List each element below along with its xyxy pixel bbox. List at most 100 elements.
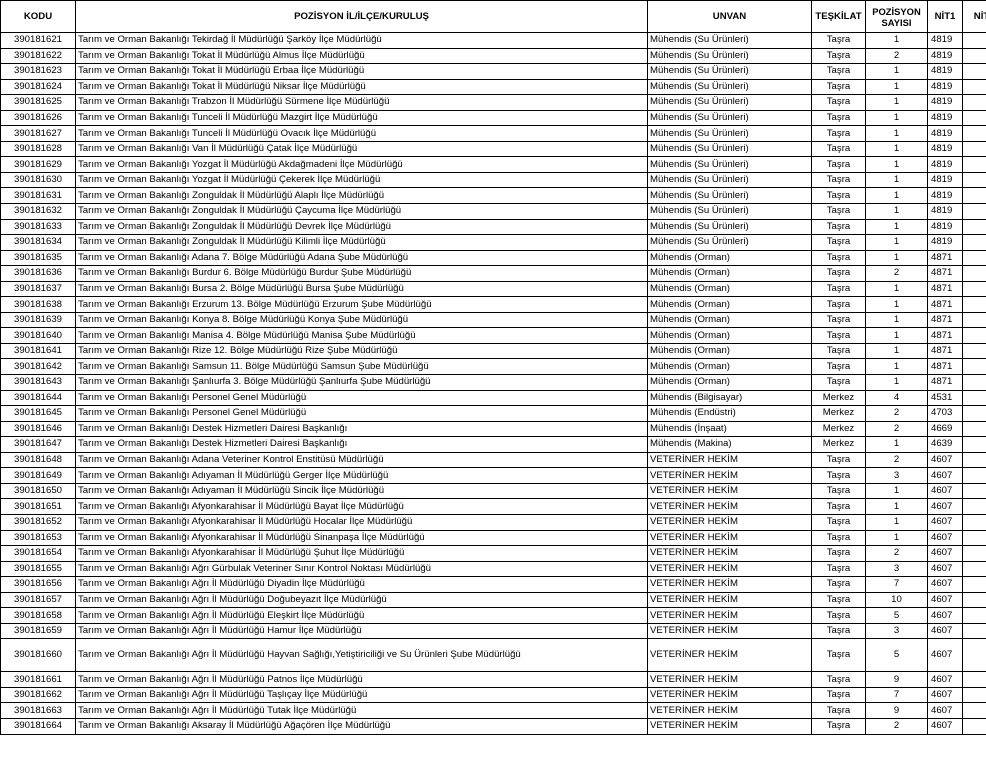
table-row: 390181664 Tarım ve Orman Bakanlığı Aksara… xyxy=(0,717,986,735)
cell-pozisyon-sayisi: 1 xyxy=(865,436,928,453)
cell-teskilat: Taşra xyxy=(811,125,866,142)
cell-kodu: 390181662 xyxy=(0,686,76,704)
cell-kodu: 390181630 xyxy=(0,171,76,189)
cell-nit1: 4607 xyxy=(927,482,963,500)
table-row: 390181625 Tarım ve Orman Bakanlığı Trabzo… xyxy=(0,94,986,111)
cell-nit xyxy=(962,420,986,438)
cell-nit1: 4819 xyxy=(927,32,963,49)
cell-pozisyon-sayisi: 1 xyxy=(865,63,928,80)
cell-unvan: VETERİNER HEKİM xyxy=(647,622,812,640)
cell-teskilat: Taşra xyxy=(811,374,866,391)
cell-kurulus: Tarım ve Orman Bakanlığı Ağrı İl Müdürlü… xyxy=(75,607,648,624)
cell-nit1: 4607 xyxy=(927,576,963,593)
cell-nit1: 4607 xyxy=(927,607,963,624)
cell-nit xyxy=(962,140,986,158)
cell-kodu: 390181635 xyxy=(0,249,76,267)
cell-nit1: 4607 xyxy=(927,513,963,531)
cell-nit1: 4819 xyxy=(927,156,963,173)
header-pozisyon-il-ilce-kurulus: POZİSYON İL/İLÇE/KURULUŞ xyxy=(75,0,648,33)
table-row: 390181656 Tarım ve Orman Bakanlığı Ağrı İ… xyxy=(0,576,986,593)
cell-kodu: 390181625 xyxy=(0,94,76,111)
cell-nit xyxy=(962,78,986,96)
cell-unvan: VETERİNER HEKİM xyxy=(647,498,812,515)
cell-kodu: 390181641 xyxy=(0,342,76,360)
cell-nit xyxy=(962,436,986,453)
cell-nit xyxy=(962,171,986,189)
table-row: 390181628 Tarım ve Orman Bakanlığı Van İl… xyxy=(0,140,986,158)
cell-kodu: 390181644 xyxy=(0,389,76,407)
cell-unvan: Mühendis (Orman) xyxy=(647,327,812,344)
cell-pozisyon-sayisi: 1 xyxy=(865,327,928,344)
cell-kodu: 390181636 xyxy=(0,265,76,282)
cell-nit xyxy=(962,467,986,484)
table-row: 390181631 Tarım ve Orman Bakanlığı Zongul… xyxy=(0,187,986,205)
cell-pozisyon-sayisi: 7 xyxy=(865,576,928,593)
cell-kurulus: Tarım ve Orman Bakanlığı Konya 8. Bölge … xyxy=(75,311,648,329)
cell-kurulus: Tarım ve Orman Bakanlığı Adana 7. Bölge … xyxy=(75,249,648,267)
cell-pozisyon-sayisi: 7 xyxy=(865,686,928,704)
cell-nit xyxy=(962,249,986,267)
cell-teskilat: Taşra xyxy=(811,498,866,515)
cell-unvan: Mühendis (Su Ürünleri) xyxy=(647,63,812,80)
cell-kodu: 390181638 xyxy=(0,296,76,313)
cell-nit1: 4607 xyxy=(927,560,963,578)
cell-teskilat: Taşra xyxy=(811,529,866,547)
cell-kurulus: Tarım ve Orman Bakanlığı Afyonkarahisar … xyxy=(75,498,648,515)
cell-nit1: 4531 xyxy=(927,389,963,407)
cell-kurulus: Tarım ve Orman Bakanlığı Erzurum 13. Böl… xyxy=(75,296,648,313)
cell-teskilat: Taşra xyxy=(811,622,866,640)
cell-unvan: Mühendis (Bilgisayar) xyxy=(647,389,812,407)
cell-kurulus: Tarım ve Orman Bakanlığı Ağrı İl Müdürlü… xyxy=(75,591,648,609)
cell-teskilat: Merkez xyxy=(811,436,866,453)
cell-unvan: VETERİNER HEKİM xyxy=(647,513,812,531)
cell-kodu: 390181661 xyxy=(0,671,76,688)
table-row: 390181649 Tarım ve Orman Bakanlığı Adıyam… xyxy=(0,467,986,484)
cell-kurulus: Tarım ve Orman Bakanlığı Rize 12. Bölge … xyxy=(75,342,648,360)
cell-unvan: Mühendis (Makina) xyxy=(647,436,812,453)
cell-pozisyon-sayisi: 1 xyxy=(865,171,928,189)
cell-pozisyon-sayisi: 1 xyxy=(865,280,928,298)
table-row: 390181632 Tarım ve Orman Bakanlığı Zongul… xyxy=(0,203,986,220)
cell-teskilat: Taşra xyxy=(811,513,866,531)
table-row: 390181655 Tarım ve Orman Bakanlığı Ağrı G… xyxy=(0,560,986,578)
cell-kodu: 390181621 xyxy=(0,32,76,49)
cell-teskilat: Taşra xyxy=(811,327,866,344)
cell-kodu: 390181622 xyxy=(0,47,76,65)
cell-unvan: Mühendis (Orman) xyxy=(647,342,812,360)
cell-pozisyon-sayisi: 5 xyxy=(865,638,928,673)
cell-pozisyon-sayisi: 1 xyxy=(865,78,928,96)
cell-unvan: VETERİNER HEKİM xyxy=(647,576,812,593)
cell-kurulus: Tarım ve Orman Bakanlığı Ağrı İl Müdürlü… xyxy=(75,702,648,719)
cell-teskilat: Merkez xyxy=(811,405,866,422)
cell-pozisyon-sayisi: 1 xyxy=(865,358,928,376)
cell-nit xyxy=(962,405,986,422)
cell-nit xyxy=(962,47,986,65)
cell-kodu: 390181663 xyxy=(0,702,76,719)
cell-nit xyxy=(962,498,986,515)
cell-nit1: 4669 xyxy=(927,420,963,438)
cell-teskilat: Taşra xyxy=(811,265,866,282)
table-row: 390181646 Tarım ve Orman Bakanlığı Destek… xyxy=(0,420,986,438)
cell-unvan: Mühendis (Su Ürünleri) xyxy=(647,47,812,65)
cell-unvan: VETERİNER HEKİM xyxy=(647,529,812,547)
table-row: 390181639 Tarım ve Orman Bakanlığı Konya … xyxy=(0,311,986,329)
cell-kurulus: Tarım ve Orman Bakanlığı Adıyaman İl Müd… xyxy=(75,467,648,484)
cell-nit1: 4703 xyxy=(927,405,963,422)
cell-nit1: 4819 xyxy=(927,171,963,189)
cell-nit1: 4819 xyxy=(927,125,963,142)
cell-kurulus: Tarım ve Orman Bakanlığı Afyonkarahisar … xyxy=(75,545,648,562)
cell-teskilat: Taşra xyxy=(811,467,866,484)
table-row: 390181654 Tarım ve Orman Bakanlığı Afyonk… xyxy=(0,545,986,562)
cell-teskilat: Taşra xyxy=(811,218,866,236)
cell-kodu: 390181624 xyxy=(0,78,76,96)
cell-teskilat: Taşra xyxy=(811,94,866,111)
cell-kurulus: Tarım ve Orman Bakanlığı Tokat İl Müdürl… xyxy=(75,78,648,96)
table-row: 390181640 Tarım ve Orman Bakanlığı Manisa… xyxy=(0,327,986,344)
cell-nit xyxy=(962,591,986,609)
cell-teskilat: Taşra xyxy=(811,63,866,80)
cell-teskilat: Taşra xyxy=(811,140,866,158)
table-row: 390181653 Tarım ve Orman Bakanlığı Afyonk… xyxy=(0,529,986,547)
cell-unvan: Mühendis (Orman) xyxy=(647,296,812,313)
cell-kurulus: Tarım ve Orman Bakanlığı Ağrı Gürbulak V… xyxy=(75,560,648,578)
header-nit: NİT xyxy=(962,0,986,33)
